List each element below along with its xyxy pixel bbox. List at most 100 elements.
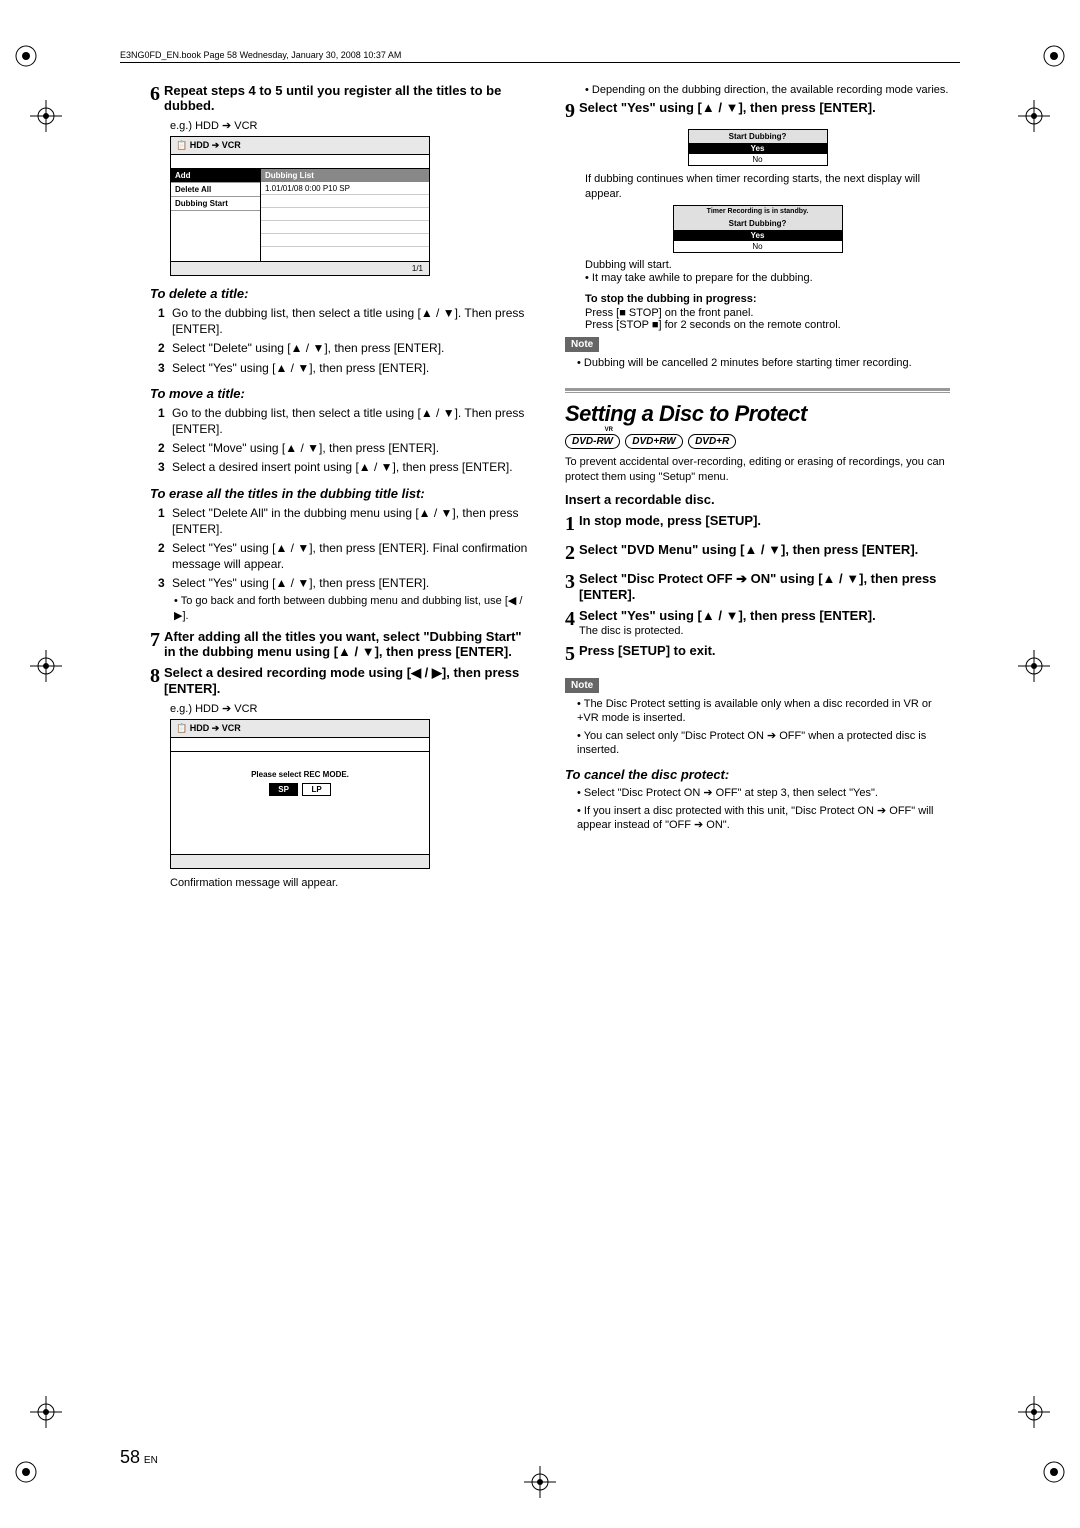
mode-sp-button[interactable]: SP bbox=[269, 783, 298, 796]
clipboard-icon: 📋 bbox=[176, 723, 187, 733]
move-title-heading: To move a title: bbox=[150, 386, 535, 401]
clipboard-icon: 📋 bbox=[176, 140, 187, 150]
badge-dvd-plus-r: DVD+R bbox=[688, 434, 736, 449]
panel-title: HDD ➔ VCR bbox=[190, 723, 241, 733]
reg-target-icon bbox=[30, 650, 62, 682]
stop-dubbing-heading: To stop the dubbing in progress: bbox=[585, 293, 950, 305]
erase-all-heading: To erase all the titles in the dubbing t… bbox=[150, 486, 535, 501]
step-number: 8 bbox=[150, 665, 160, 696]
format-badges: DVD-RW DVD+RW DVD+R bbox=[565, 433, 950, 449]
note-text: Dubbing will be cancelled 2 minutes befo… bbox=[577, 356, 950, 370]
dialog-yes[interactable]: Yes bbox=[674, 230, 842, 241]
step-9: 9 Select "Yes" using [▲ / ▼], then press… bbox=[565, 100, 950, 123]
left-column: 6 Repeat steps 4 to 5 until you register… bbox=[150, 83, 535, 893]
reg-target-icon bbox=[1018, 650, 1050, 682]
protect-step-3: 3 Select "Disc Protect OFF ➔ ON" using [… bbox=[565, 571, 950, 602]
step-number: 4 bbox=[565, 608, 575, 637]
cancel-protect-heading: To cancel the disc protect: bbox=[565, 767, 950, 782]
dubbing-list-header: Dubbing List bbox=[261, 169, 429, 182]
protect-step-1: 1 In stop mode, press [SETUP]. bbox=[565, 513, 950, 536]
list-text: Select "Delete All" in the dubbing menu … bbox=[172, 505, 535, 537]
cancel-text: Select "Disc Protect ON ➔ OFF" at step 3… bbox=[577, 786, 950, 800]
list-text: Select a desired insert point using [▲ /… bbox=[172, 459, 513, 475]
step-number: 3 bbox=[565, 571, 575, 602]
crop-mark-icon bbox=[10, 1456, 42, 1488]
step9-mid-text: If dubbing continues when timer recordin… bbox=[585, 172, 950, 201]
list-num: 3 bbox=[158, 360, 172, 376]
step-aftertext: The disc is protected. bbox=[579, 625, 950, 637]
step-text: Select "Yes" using [▲ / ▼], then press [… bbox=[579, 100, 876, 115]
note-label: Note bbox=[565, 678, 599, 693]
menu-delete-all[interactable]: Delete All bbox=[171, 183, 260, 197]
list-num: 2 bbox=[158, 440, 172, 456]
step-number: 2 bbox=[565, 542, 575, 565]
list-num: 2 bbox=[158, 340, 172, 356]
dubbing-list-row bbox=[261, 208, 429, 221]
dubbing-list-row[interactable]: 1.01/01/08 0:00 P10 SP bbox=[261, 182, 429, 195]
crop-mark-icon bbox=[1038, 1456, 1070, 1488]
reg-target-icon bbox=[524, 1466, 556, 1498]
example-label: e.g.) HDD ➔ VCR bbox=[170, 702, 535, 715]
list-num: 1 bbox=[158, 505, 172, 537]
example-label: e.g.) HDD ➔ VCR bbox=[170, 119, 535, 132]
pre-step9-note: Depending on the dubbing direction, the … bbox=[585, 83, 950, 97]
dubbing-list-row bbox=[261, 234, 429, 247]
mode-lp-button[interactable]: LP bbox=[302, 783, 330, 796]
menu-dubbing-start[interactable]: Dubbing Start bbox=[171, 197, 260, 211]
list-text: Select "Yes" using [▲ / ▼], then press [… bbox=[172, 360, 429, 376]
panel-title: HDD ➔ VCR bbox=[190, 140, 241, 150]
list-text: Select "Delete" using [▲ / ▼], then pres… bbox=[172, 340, 444, 356]
step-text: After adding all the titles you want, se… bbox=[164, 629, 522, 659]
note-text: The Disc Protect setting is available on… bbox=[577, 697, 950, 726]
dubbing-start-text: Dubbing will start. bbox=[585, 259, 950, 271]
step-text: In stop mode, press [SETUP]. bbox=[579, 513, 761, 528]
stop-instruction: Press [STOP ■] for 2 seconds on the remo… bbox=[585, 319, 950, 331]
protect-step-4: 4 Select "Yes" using [▲ / ▼], then press… bbox=[565, 608, 950, 637]
panel-footer: 1/1 bbox=[171, 261, 429, 275]
crop-mark-icon bbox=[10, 40, 42, 72]
list-text: Select "Yes" using [▲ / ▼], then press [… bbox=[172, 575, 429, 591]
confirmation-note: Confirmation message will appear. bbox=[170, 877, 535, 889]
reg-target-icon bbox=[1018, 100, 1050, 132]
protect-step-5: 5 Press [SETUP] to exit. bbox=[565, 643, 950, 666]
cancel-text: If you insert a disc protected with this… bbox=[577, 804, 950, 833]
menu-add[interactable]: Add bbox=[171, 169, 260, 183]
step-text: Select "Disc Protect OFF ➔ ON" using [▲ … bbox=[579, 571, 936, 602]
dialog-yes[interactable]: Yes bbox=[689, 143, 827, 154]
step-text: Select "Yes" using [▲ / ▼], then press [… bbox=[579, 608, 876, 623]
delete-title-heading: To delete a title: bbox=[150, 286, 535, 301]
step-number: 5 bbox=[565, 643, 575, 666]
step-number: 6 bbox=[150, 83, 160, 113]
start-dubbing-dialog: Start Dubbing? Yes No bbox=[688, 129, 828, 166]
reg-target-icon bbox=[30, 100, 62, 132]
list-num: 1 bbox=[158, 405, 172, 437]
reg-target-icon bbox=[30, 1396, 62, 1428]
timer-standby-dialog: Timer Recording is in standby. Start Dub… bbox=[673, 205, 843, 253]
step-text: Select a desired recording mode using [◀… bbox=[164, 665, 519, 696]
step-number: 1 bbox=[565, 513, 575, 536]
step-6: 6 Repeat steps 4 to 5 until you register… bbox=[150, 83, 535, 113]
crop-mark-icon bbox=[1038, 40, 1070, 72]
rec-mode-panel: 📋 HDD ➔ VCR Please select REC MODE. SP L… bbox=[170, 719, 430, 869]
right-column: Depending on the dubbing direction, the … bbox=[565, 83, 950, 893]
dubbing-list-row bbox=[261, 221, 429, 234]
insert-disc-instruction: Insert a recordable disc. bbox=[565, 492, 950, 507]
list-num: 2 bbox=[158, 540, 172, 572]
list-text: Go to the dubbing list, then select a ti… bbox=[172, 305, 535, 337]
list-text: Select "Yes" using [▲ / ▼], then press [… bbox=[172, 540, 535, 572]
step-text: Press [SETUP] to exit. bbox=[579, 643, 716, 658]
list-num: 1 bbox=[158, 305, 172, 337]
doc-header: E3NG0FD_EN.book Page 58 Wednesday, Janua… bbox=[120, 50, 960, 63]
dialog-title: Start Dubbing? bbox=[689, 130, 827, 143]
step-number: 7 bbox=[150, 629, 160, 659]
note-label: Note bbox=[565, 337, 599, 352]
dubbing-panel: 📋 HDD ➔ VCR Add Delete All Dubbing Start… bbox=[170, 136, 430, 276]
badge-dvd-plus-rw: DVD+RW bbox=[625, 434, 682, 449]
section-divider bbox=[565, 388, 950, 393]
step-text: Select "DVD Menu" using [▲ / ▼], then pr… bbox=[579, 542, 918, 557]
dialog-no[interactable]: No bbox=[674, 241, 842, 252]
dialog-no[interactable]: No bbox=[689, 154, 827, 165]
list-text: Go to the dubbing list, then select a ti… bbox=[172, 405, 535, 437]
prepare-note: It may take awhile to prepare for the du… bbox=[585, 271, 950, 285]
step-number: 9 bbox=[565, 100, 575, 123]
